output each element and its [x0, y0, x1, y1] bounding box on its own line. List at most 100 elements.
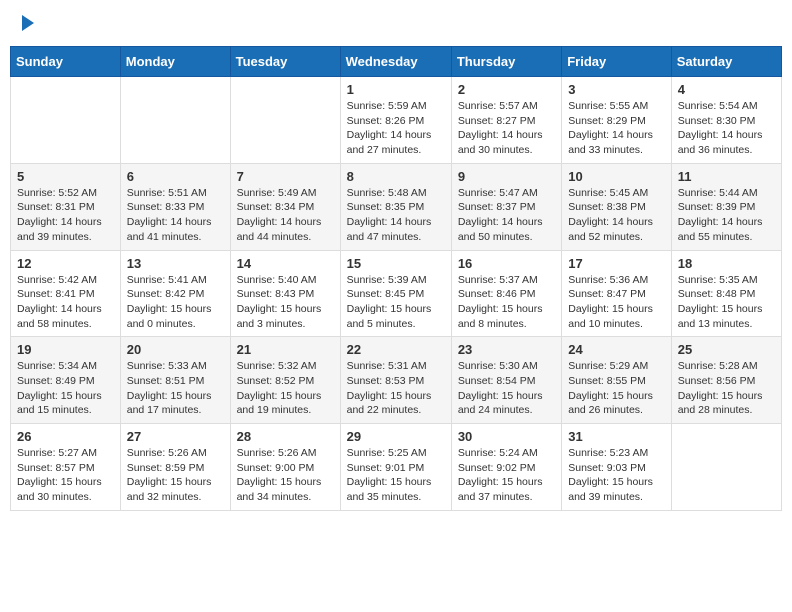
calendar-cell: 1 Sunrise: 5:59 AM Sunset: 8:26 PM Daylig… [340, 77, 451, 164]
day-number: 10 [568, 169, 664, 184]
day-number: 15 [347, 256, 445, 271]
calendar-cell: 17Sunrise: 5:36 AM Sunset: 8:47 PM Dayli… [562, 250, 671, 337]
calendar-week-row: 1 Sunrise: 5:59 AM Sunset: 8:26 PM Daylig… [11, 77, 782, 164]
calendar-cell: 9 Sunrise: 5:47 AM Sunset: 8:37 PM Daylig… [451, 163, 561, 250]
day-number: 11 [678, 169, 775, 184]
calendar-cell: 2 Sunrise: 5:57 AM Sunset: 8:27 PM Daylig… [451, 77, 561, 164]
day-number: 21 [237, 342, 334, 357]
day-number: 3 [568, 82, 664, 97]
day-info: Sunrise: 5:47 AM Sunset: 8:37 PM Dayligh… [458, 186, 555, 245]
day-info: Sunrise: 5:32 AM Sunset: 8:52 PM Dayligh… [237, 359, 334, 418]
day-header-thursday: Thursday [451, 47, 561, 77]
calendar-week-row: 12 Sunrise: 5:42 AM Sunset: 8:41 PM Dayli… [11, 250, 782, 337]
day-info: Sunrise: 5:24 AM Sunset: 9:02 PM Dayligh… [458, 446, 555, 505]
day-number: 30 [458, 429, 555, 444]
calendar-cell: 15 Sunrise: 5:39 AM Sunset: 8:45 PM Dayli… [340, 250, 451, 337]
day-number: 18 [678, 256, 775, 271]
day-info: Sunrise: 5:57 AM Sunset: 8:27 PM Dayligh… [458, 99, 555, 158]
calendar-cell: 21 Sunrise: 5:32 AM Sunset: 8:52 PM Dayli… [230, 337, 340, 424]
day-info: Sunrise: 5:39 AM Sunset: 8:45 PM Dayligh… [347, 273, 445, 332]
calendar-week-row: 26 Sunrise: 5:27 AM Sunset: 8:57 PM Dayli… [11, 424, 782, 511]
day-info: Sunrise: 5:25 AM Sunset: 9:01 PM Dayligh… [347, 446, 445, 505]
calendar-cell: 25 Sunrise: 5:28 AM Sunset: 8:56 PM Dayli… [671, 337, 781, 424]
calendar-cell: 16 Sunrise: 5:37 AM Sunset: 8:46 PM Dayli… [451, 250, 561, 337]
day-info: Sunrise: 5:26 AM Sunset: 9:00 PM Dayligh… [237, 446, 334, 505]
calendar-week-row: 19 Sunrise: 5:34 AM Sunset: 8:49 PM Dayli… [11, 337, 782, 424]
calendar-cell: 11 Sunrise: 5:44 AM Sunset: 8:39 PM Dayli… [671, 163, 781, 250]
day-info: Sunrise: 5:49 AM Sunset: 8:34 PM Dayligh… [237, 186, 334, 245]
page-header [10, 10, 782, 36]
calendar-cell: 3Sunrise: 5:55 AM Sunset: 8:29 PM Daylig… [562, 77, 671, 164]
calendar-cell: 31Sunrise: 5:23 AM Sunset: 9:03 PM Dayli… [562, 424, 671, 511]
day-info: Sunrise: 5:52 AM Sunset: 8:31 PM Dayligh… [17, 186, 114, 245]
day-number: 8 [347, 169, 445, 184]
day-info: Sunrise: 5:34 AM Sunset: 8:49 PM Dayligh… [17, 359, 114, 418]
day-info: Sunrise: 5:33 AM Sunset: 8:51 PM Dayligh… [127, 359, 224, 418]
day-info: Sunrise: 5:41 AM Sunset: 8:42 PM Dayligh… [127, 273, 224, 332]
day-number: 23 [458, 342, 555, 357]
day-number: 20 [127, 342, 224, 357]
calendar-cell: 29Sunrise: 5:25 AM Sunset: 9:01 PM Dayli… [340, 424, 451, 511]
day-number: 14 [237, 256, 334, 271]
day-number: 1 [347, 82, 445, 97]
day-info: Sunrise: 5:27 AM Sunset: 8:57 PM Dayligh… [17, 446, 114, 505]
day-number: 7 [237, 169, 334, 184]
day-info: Sunrise: 5:44 AM Sunset: 8:39 PM Dayligh… [678, 186, 775, 245]
calendar-cell: 30 Sunrise: 5:24 AM Sunset: 9:02 PM Dayli… [451, 424, 561, 511]
day-info: Sunrise: 5:54 AM Sunset: 8:30 PM Dayligh… [678, 99, 775, 158]
day-info: Sunrise: 5:26 AM Sunset: 8:59 PM Dayligh… [127, 446, 224, 505]
day-info: Sunrise: 5:29 AM Sunset: 8:55 PM Dayligh… [568, 359, 664, 418]
calendar-cell: 14Sunrise: 5:40 AM Sunset: 8:43 PM Dayli… [230, 250, 340, 337]
day-number: 6 [127, 169, 224, 184]
calendar-cell: 12 Sunrise: 5:42 AM Sunset: 8:41 PM Dayli… [11, 250, 121, 337]
day-info: Sunrise: 5:51 AM Sunset: 8:33 PM Dayligh… [127, 186, 224, 245]
calendar-cell: 24Sunrise: 5:29 AM Sunset: 8:55 PM Dayli… [562, 337, 671, 424]
day-info: Sunrise: 5:42 AM Sunset: 8:41 PM Dayligh… [17, 273, 114, 332]
calendar-cell [230, 77, 340, 164]
day-header-saturday: Saturday [671, 47, 781, 77]
day-info: Sunrise: 5:45 AM Sunset: 8:38 PM Dayligh… [568, 186, 664, 245]
day-number: 13 [127, 256, 224, 271]
calendar-cell: 13 Sunrise: 5:41 AM Sunset: 8:42 PM Dayli… [120, 250, 230, 337]
calendar-cell: 4 Sunrise: 5:54 AM Sunset: 8:30 PM Daylig… [671, 77, 781, 164]
calendar-cell: 20 Sunrise: 5:33 AM Sunset: 8:51 PM Dayli… [120, 337, 230, 424]
day-info: Sunrise: 5:37 AM Sunset: 8:46 PM Dayligh… [458, 273, 555, 332]
day-header-friday: Friday [562, 47, 671, 77]
calendar-cell: 18 Sunrise: 5:35 AM Sunset: 8:48 PM Dayli… [671, 250, 781, 337]
day-number: 26 [17, 429, 114, 444]
day-number: 4 [678, 82, 775, 97]
calendar-cell [671, 424, 781, 511]
calendar-cell: 23 Sunrise: 5:30 AM Sunset: 8:54 PM Dayli… [451, 337, 561, 424]
calendar-cell: 7 Sunrise: 5:49 AM Sunset: 8:34 PM Daylig… [230, 163, 340, 250]
day-number: 25 [678, 342, 775, 357]
day-number: 19 [17, 342, 114, 357]
calendar-cell [120, 77, 230, 164]
logo-arrow-icon [22, 15, 34, 31]
day-info: Sunrise: 5:59 AM Sunset: 8:26 PM Dayligh… [347, 99, 445, 158]
calendar-cell: 5Sunrise: 5:52 AM Sunset: 8:31 PM Daylig… [11, 163, 121, 250]
day-number: 22 [347, 342, 445, 357]
day-header-wednesday: Wednesday [340, 47, 451, 77]
calendar-week-row: 5Sunrise: 5:52 AM Sunset: 8:31 PM Daylig… [11, 163, 782, 250]
logo [20, 15, 34, 31]
day-number: 12 [17, 256, 114, 271]
calendar-header-row: SundayMondayTuesdayWednesdayThursdayFrid… [11, 47, 782, 77]
day-number: 17 [568, 256, 664, 271]
day-info: Sunrise: 5:31 AM Sunset: 8:53 PM Dayligh… [347, 359, 445, 418]
day-info: Sunrise: 5:48 AM Sunset: 8:35 PM Dayligh… [347, 186, 445, 245]
day-header-tuesday: Tuesday [230, 47, 340, 77]
calendar-cell: 10 Sunrise: 5:45 AM Sunset: 8:38 PM Dayli… [562, 163, 671, 250]
day-number: 16 [458, 256, 555, 271]
day-info: Sunrise: 5:30 AM Sunset: 8:54 PM Dayligh… [458, 359, 555, 418]
day-header-sunday: Sunday [11, 47, 121, 77]
day-info: Sunrise: 5:28 AM Sunset: 8:56 PM Dayligh… [678, 359, 775, 418]
day-number: 2 [458, 82, 555, 97]
calendar-cell: 8 Sunrise: 5:48 AM Sunset: 8:35 PM Daylig… [340, 163, 451, 250]
day-info: Sunrise: 5:35 AM Sunset: 8:48 PM Dayligh… [678, 273, 775, 332]
day-header-monday: Monday [120, 47, 230, 77]
day-number: 28 [237, 429, 334, 444]
calendar-cell: 6 Sunrise: 5:51 AM Sunset: 8:33 PM Daylig… [120, 163, 230, 250]
calendar-cell: 28 Sunrise: 5:26 AM Sunset: 9:00 PM Dayli… [230, 424, 340, 511]
day-number: 9 [458, 169, 555, 184]
calendar-cell [11, 77, 121, 164]
